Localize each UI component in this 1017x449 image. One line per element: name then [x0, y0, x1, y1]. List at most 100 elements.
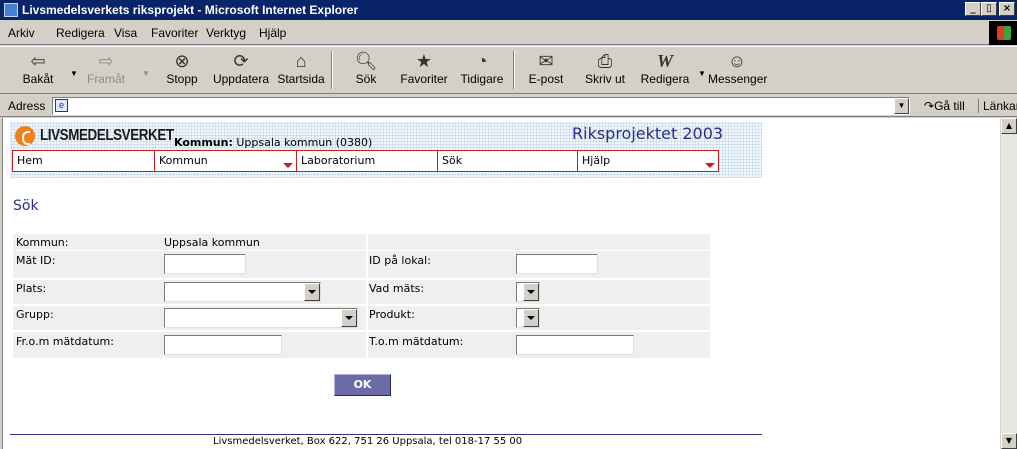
vad-mats-select[interactable] [516, 282, 540, 302]
kommun-field-value: Uppsala kommun [164, 236, 260, 249]
scroll-down-icon[interactable]: ▼ [1001, 433, 1017, 449]
window-title: Livsmedelsverkets riksprojekt - Microsof… [22, 3, 359, 17]
kommun-info: Kommun: Uppsala kommun (0380) [174, 136, 372, 149]
page-title: Sök [13, 198, 39, 214]
stop-button[interactable]: ⊗ Stopp [160, 50, 204, 86]
menu-hjalp[interactable]: Hjälp [259, 26, 286, 40]
page-icon: e [55, 99, 68, 112]
main-nav: Hem Kommun Laboratorium Sök Hjälp [12, 150, 719, 172]
address-input[interactable]: e ▼ [52, 97, 910, 115]
nav-item-kommun[interactable]: Kommun [155, 151, 297, 171]
menu-bar: Arkiv Redigera Visa Favoriter Verktyg Hj… [0, 20, 1017, 45]
ie-app-icon [4, 3, 18, 17]
print-button[interactable]: ⎙ Skriv ut [580, 50, 630, 86]
search-form: Kommun: Uppsala kommun Mät ID: ID på lok… [13, 234, 710, 358]
footer-divider [10, 434, 762, 435]
grupp-label: Grupp: [16, 308, 54, 321]
nav-item-hjalp[interactable]: Hjälp [578, 151, 718, 171]
nav-item-laboratorium[interactable]: Laboratorium [297, 151, 438, 171]
plats-label: Plats: [16, 282, 47, 295]
maximize-button[interactable]: ▯ [981, 2, 997, 16]
edit-button[interactable]: W Redigera [638, 50, 692, 86]
id-lokal-label: ID på lokal: [369, 254, 431, 267]
address-dropdown-icon[interactable]: ▼ [894, 98, 909, 114]
dropdown-arrow-icon[interactable] [523, 309, 539, 327]
history-icon: ◔ [476, 51, 488, 71]
dropdown-arrow-icon[interactable] [304, 283, 320, 301]
history-button[interactable]: ◔ Tidigare [458, 50, 506, 86]
word-edit-icon: W [656, 51, 673, 71]
links-button[interactable]: Länkar [978, 99, 1017, 113]
minimize-button[interactable]: _ [965, 2, 981, 16]
logo-icon [15, 126, 35, 146]
menu-redigera[interactable]: Redigera [56, 26, 105, 40]
nav-item-hem[interactable]: Hem [13, 151, 155, 171]
close-button[interactable]: × [999, 2, 1015, 16]
windows-logo-icon [989, 21, 1017, 45]
produkt-select[interactable] [516, 308, 540, 328]
menu-arkiv[interactable]: Arkiv [8, 26, 35, 40]
search-icon: 🔍︎ [354, 51, 378, 71]
column-divider [366, 234, 368, 358]
favorites-button[interactable]: ★ Favoriter [398, 50, 450, 86]
dropdown-arrow-icon [705, 163, 715, 168]
plats-select[interactable] [164, 282, 321, 302]
mat-id-input[interactable] [164, 254, 246, 274]
back-button[interactable]: ⇦ Bakåt [16, 50, 60, 86]
go-arrow-icon: ↷ [924, 99, 935, 113]
home-button[interactable]: ⌂ Startsida [276, 50, 326, 86]
from-date-input[interactable] [164, 335, 282, 355]
mat-id-label: Mät ID: [16, 254, 56, 267]
printer-icon: ⎙ [597, 51, 613, 71]
dropdown-arrow-icon[interactable] [523, 283, 539, 301]
dropdown-arrow-icon[interactable] [341, 309, 357, 327]
kommun-field-label: Kommun: [16, 236, 69, 249]
back-dropdown-icon[interactable]: ▼ [70, 69, 78, 78]
edit-dropdown-icon[interactable]: ▼ [698, 69, 706, 78]
menu-favoriter[interactable]: Favoriter [151, 26, 198, 40]
menu-verktyg[interactable]: Verktyg [206, 26, 246, 40]
messenger-button[interactable]: ☺ Messenger [708, 50, 767, 86]
dropdown-arrow-icon [283, 163, 293, 168]
ok-button[interactable]: OK [334, 374, 391, 396]
logo-text: LIVSMEDELSVERKET [40, 127, 174, 144]
tom-date-label: T.o.m mätdatum: [369, 335, 464, 348]
form-row-grupp [13, 306, 710, 330]
nav-item-sok[interactable]: Sök [438, 151, 578, 171]
produkt-label: Produkt: [369, 308, 415, 321]
stop-icon: ⊗ [174, 51, 190, 71]
vertical-scrollbar[interactable]: ▲ ▼ [1001, 118, 1017, 449]
back-arrow-icon: ⇦ [30, 51, 46, 71]
address-bar: Adress e ▼ ↷Gå till Länkar [0, 95, 1017, 117]
form-row-kommun [13, 234, 710, 250]
form-row-id [13, 251, 710, 278]
window-titlebar: Livsmedelsverkets riksprojekt - Microsof… [0, 0, 1017, 20]
home-icon: ⌂ [295, 51, 307, 71]
mail-button[interactable]: ✉ E-post [524, 50, 568, 86]
from-date-label: Fr.o.m mätdatum: [16, 335, 114, 348]
kommun-value: Uppsala kommun (0380) [236, 136, 373, 149]
id-lokal-input[interactable] [516, 254, 598, 274]
scroll-up-icon[interactable]: ▲ [1001, 118, 1017, 134]
messenger-icon: ☺ [727, 51, 747, 71]
menu-visa[interactable]: Visa [114, 26, 137, 40]
grupp-select[interactable] [164, 308, 358, 328]
go-button[interactable]: ↷Gå till [924, 99, 965, 113]
tom-date-input[interactable] [516, 335, 634, 355]
refresh-icon: ⟳ [233, 51, 249, 71]
mail-icon: ✉ [538, 51, 554, 71]
project-title: Riksprojektet 2003 [572, 124, 724, 143]
favorites-icon: ★ [415, 51, 433, 71]
forward-button[interactable]: ⇨ Framåt [84, 50, 128, 86]
refresh-button[interactable]: ⟳ Uppdatera [212, 50, 270, 86]
forward-arrow-icon: ⇨ [98, 51, 114, 71]
form-row-plats [13, 280, 710, 304]
toolbar-separator [513, 51, 515, 89]
toolbar-separator [331, 51, 333, 89]
forward-dropdown-icon[interactable]: ▼ [142, 69, 150, 78]
address-label: Adress [8, 99, 46, 113]
kommun-label: Kommun: [174, 136, 233, 149]
search-button[interactable]: 🔍︎ Sök [344, 50, 388, 86]
toolbar: ⇦ Bakåt ▼ ⇨ Framåt ▼ ⊗ Stopp ⟳ Uppdatera… [0, 46, 1017, 94]
vad-mats-label: Vad mäts: [369, 282, 425, 295]
